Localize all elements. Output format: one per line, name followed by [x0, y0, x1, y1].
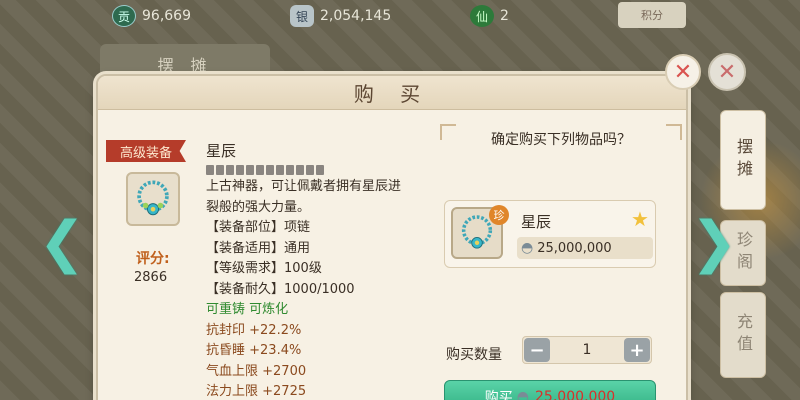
silver-ingot-icon: ◓ — [521, 240, 534, 256]
item-card: 珍 星辰 ★ ◓ 25,000,000 — [444, 200, 656, 268]
tab-recharge[interactable]: 充值 — [720, 292, 766, 378]
silver-resource: 银 2,054,145 — [290, 5, 391, 27]
green-coin-icon: 仙 — [470, 5, 494, 27]
score-label: 评分: — [136, 251, 170, 267]
purchase-dialog: 购 买 高级装备 评分: 2866 星辰 上古神器，可让佩戴者拥有星辰进 裂般的… — [96, 74, 688, 400]
increase-button[interactable]: + — [624, 338, 650, 362]
coin-value: 2 — [500, 8, 509, 24]
necklace-icon — [126, 172, 180, 226]
quantity-value[interactable]: 1 — [553, 337, 621, 363]
quantity-label: 购买数量 — [446, 347, 502, 363]
contribution-icon: 贡 — [112, 5, 136, 27]
contribution-value: 96,669 — [142, 8, 191, 24]
dialog-header: 购 买 — [98, 76, 686, 110]
resource-bar: 贡 96,669 银 2,054,145 仙 2 积分 — [100, 0, 686, 32]
decrease-button[interactable]: − — [524, 338, 550, 362]
attr-durability: 【装备耐久】1000/1000 — [206, 281, 355, 297]
tab-stall[interactable]: 摆摊 — [720, 110, 766, 210]
attr-slot: 【装备部位】项链 — [206, 220, 311, 235]
stat-line: 抗昏睡 +23.4% — [206, 343, 302, 358]
buy-price: 25,000,000 — [535, 389, 616, 400]
item-detail-panel: 高级装备 评分: 2866 星辰 上古神器，可让佩戴者拥有星辰进 裂般的强大力量… — [106, 136, 436, 400]
stat-line: 气血上限 +2700 — [206, 363, 307, 379]
confirm-question: 确定购买下列物品吗？ — [436, 122, 686, 156]
purchase-panel: 确定购买下列物品吗？ 珍 星辰 ★ ◓ 25,000,000 购买数量 − 1 … — [436, 122, 686, 400]
item-name: 星辰 — [206, 142, 237, 160]
stat-line: 抗封印 +22.2% — [206, 322, 302, 338]
quality-bars — [206, 165, 446, 175]
quantity-stepper: − 1 + — [522, 336, 652, 364]
grade-tag: 高级装备 — [106, 140, 186, 162]
close-icon[interactable]: ✕ — [665, 54, 701, 90]
contribution-resource: 贡 96,669 — [112, 5, 191, 27]
necklace-icon: 珍 — [451, 205, 509, 259]
item-description: 星辰 上古神器，可让佩戴者拥有星辰进 裂般的强大力量。 【装备部位】项链 【装备… — [206, 140, 446, 400]
buy-label: 购买 — [484, 390, 513, 400]
stat-line: 法力上限 +2725 — [206, 384, 307, 399]
silver-value: 2,054,145 — [320, 8, 392, 24]
dialog-title: 购 买 — [353, 82, 431, 106]
card-item-name: 星辰 — [521, 213, 552, 231]
points-button[interactable]: 积分 — [618, 2, 686, 28]
silver-ingot-icon: 银 — [290, 5, 314, 27]
card-price-value: 25,000,000 — [537, 240, 612, 256]
rare-badge: 珍 — [489, 205, 509, 225]
card-price: ◓ 25,000,000 — [517, 237, 653, 259]
buy-button[interactable]: 购买 ◓ 25,000,000 — [444, 380, 656, 400]
arrow-right-icon[interactable]: ❯ — [691, 210, 738, 275]
silver-ingot-icon: ◓ — [516, 389, 530, 400]
special-traits: 可重铸 可炼化 — [206, 302, 289, 317]
desc-line: 上古神器，可让佩戴者拥有星辰进 — [206, 179, 402, 194]
attr-usage: 【装备适用】通用 — [206, 240, 311, 256]
arrow-left-icon[interactable]: ❮ — [39, 210, 86, 275]
attr-level: 【等级需求】100级 — [206, 261, 322, 276]
coin-resource: 仙 2 — [470, 5, 509, 27]
back-panel-close-icon[interactable]: ✕ — [708, 53, 746, 91]
favorite-star-icon[interactable]: ★ — [631, 207, 649, 231]
desc-line: 裂般的强大力量。 — [206, 199, 311, 215]
score-value: 2866 — [134, 270, 168, 285]
